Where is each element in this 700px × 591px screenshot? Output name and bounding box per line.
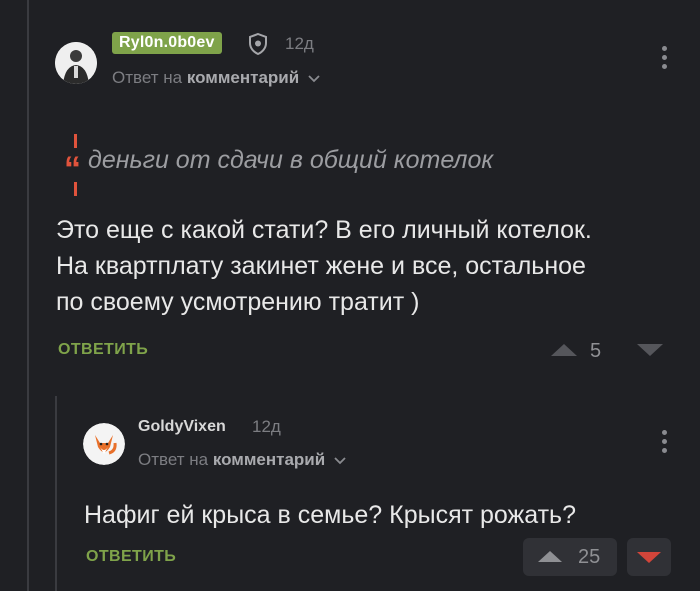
reply-to-prefix: Ответ на	[138, 450, 209, 469]
downvote-button[interactable]	[627, 538, 671, 576]
upvote-button[interactable]: 25	[523, 538, 617, 576]
more-vertical-icon[interactable]	[662, 430, 668, 457]
quote-icon: “	[64, 150, 81, 188]
reply-to-target: комментарий	[186, 68, 300, 87]
reply-to[interactable]: Ответ на комментарий	[112, 68, 321, 89]
avatar[interactable]	[55, 42, 97, 84]
comment-time: 12д	[285, 34, 314, 53]
comment-time: 12д	[252, 417, 281, 436]
more-vertical-icon[interactable]	[662, 46, 668, 73]
rating: 25	[578, 546, 601, 568]
avatar[interactable]	[83, 423, 125, 465]
comment-body: Это еще с какой стати? В его личный коте…	[56, 212, 592, 320]
reply-button[interactable]: ОТВЕТИТЬ	[86, 548, 176, 566]
upvote-icon	[537, 550, 563, 568]
quote-text: деньги от сдачи в общий котелок	[88, 146, 494, 174]
reply-to-target: комментарий	[212, 450, 326, 469]
chevron-down-icon	[333, 451, 347, 471]
nested-thread-line	[55, 396, 57, 591]
comment-body-line: На квартплату закинет жене и все, осталь…	[56, 252, 586, 280]
avatar-image	[55, 42, 97, 84]
reply-to-prefix: Ответ на	[112, 68, 183, 87]
rating: 5	[590, 340, 602, 362]
chevron-down-icon	[307, 69, 321, 89]
comment-body-line: по своему усмотрению тратит )	[56, 288, 420, 316]
author-name[interactable]: GoldyVixen	[138, 418, 226, 436]
comment-body: Нафиг ей крыса в семье? Крысят рожать?	[84, 501, 576, 529]
downvote-icon	[636, 551, 662, 569]
thread-line	[27, 0, 29, 591]
shield-icon	[248, 32, 268, 60]
author-name[interactable]: Ryl0n.0b0ev	[112, 32, 222, 54]
quote-bar	[74, 182, 77, 196]
reply-button[interactable]: ОТВЕТИТЬ	[58, 341, 148, 359]
downvote-icon[interactable]	[636, 343, 664, 362]
quote-bar	[74, 134, 77, 148]
upvote-icon[interactable]	[550, 343, 578, 362]
fox-avatar-icon	[83, 423, 125, 465]
reply-to[interactable]: Ответ на комментарий	[138, 450, 347, 471]
comment-body-line: Это еще с какой стати? В его личный коте…	[56, 216, 592, 244]
